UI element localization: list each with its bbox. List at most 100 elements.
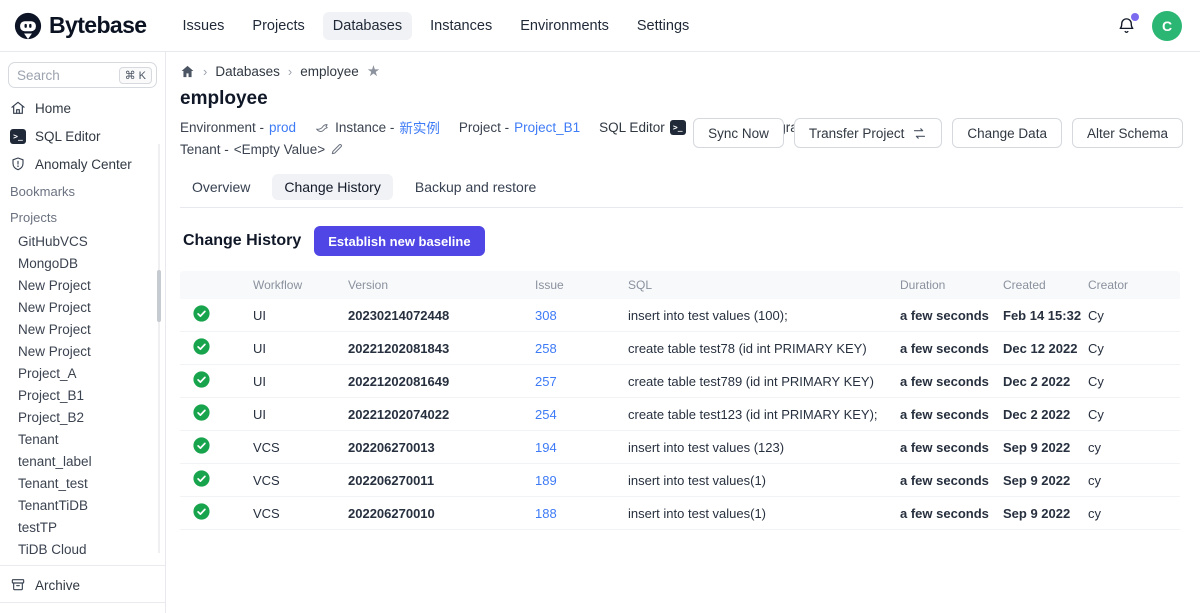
transfer-arrows-icon	[912, 126, 927, 141]
instance-link[interactable]: 新实例	[399, 117, 440, 137]
project-link[interactable]: Project_B1	[514, 120, 580, 135]
sql-cell: insert into test values (100);	[628, 299, 900, 332]
column-created: Created	[1003, 271, 1088, 299]
nav-item-issues[interactable]: Issues	[172, 12, 234, 40]
sync-now-button[interactable]: Sync Now	[693, 118, 784, 148]
sidebar-item-home[interactable]: Home	[0, 94, 165, 122]
transfer-project-button[interactable]: Transfer Project	[794, 118, 943, 148]
created-cell: Dec 2 2022	[1003, 365, 1088, 398]
issue-link[interactable]: 254	[535, 407, 557, 422]
issue-link[interactable]: 189	[535, 473, 557, 488]
environment-link[interactable]: prod	[269, 120, 296, 135]
sidebar-project-item[interactable]: Tenant_test	[0, 472, 165, 494]
search-box: ⌘ K	[8, 62, 157, 88]
status-done-icon	[193, 503, 210, 520]
column-creator: Creator	[1088, 271, 1180, 299]
nav-item-projects[interactable]: Projects	[242, 12, 314, 40]
creator-cell: Cy	[1088, 332, 1180, 365]
tab-overview[interactable]: Overview	[180, 174, 262, 200]
issue-link[interactable]: 257	[535, 374, 557, 389]
tab-change-history[interactable]: Change History	[272, 174, 393, 200]
search-input[interactable]	[17, 68, 105, 83]
version-cell: 20221202081843	[348, 332, 535, 365]
workflow-cell: UI	[253, 332, 348, 365]
sql-cell: insert into test values (123)	[628, 431, 900, 464]
page-title: employee	[180, 88, 1183, 110]
tenant-value: <Empty Value>	[234, 142, 325, 157]
nav-item-settings[interactable]: Settings	[627, 12, 699, 40]
table-row: UI20221202081843258create table test78 (…	[180, 332, 1180, 365]
breadcrumb-separator: ›	[203, 64, 207, 79]
breadcrumb-home-icon[interactable]	[180, 64, 195, 79]
table-header-row: Workflow Version Issue SQL Duration Crea…	[180, 271, 1180, 299]
creator-cell: Cy	[1088, 365, 1180, 398]
sidebar-project-item[interactable]: Tenant	[0, 428, 165, 450]
sidebar-project-item[interactable]: tenant_label	[0, 450, 165, 472]
issue-link[interactable]: 188	[535, 506, 557, 521]
sidebar-project-item[interactable]: MongoDB	[0, 252, 165, 274]
table-row: UI20230214072448308insert into test valu…	[180, 299, 1180, 332]
nav-item-databases[interactable]: Databases	[323, 12, 412, 40]
search-shortcut-badge: ⌘ K	[119, 67, 152, 84]
sidebar-project-item[interactable]: New Project	[0, 340, 165, 362]
workflow-cell: VCS	[253, 497, 348, 530]
sidebar-project-item[interactable]: Project_A	[0, 362, 165, 384]
created-cell: Dec 2 2022	[1003, 398, 1088, 431]
sidebar-item-label: Home	[35, 101, 71, 116]
sidebar-project-item[interactable]: TenantTiDB	[0, 494, 165, 516]
workflow-cell: VCS	[253, 464, 348, 497]
issue-link[interactable]: 194	[535, 440, 557, 455]
duration-cell: a few seconds	[900, 431, 1003, 464]
bytebase-logo[interactable]: Bytebase	[14, 12, 146, 40]
tab-backup-and-restore[interactable]: Backup and restore	[403, 174, 548, 200]
column-sql: SQL	[628, 271, 900, 299]
sidebar-project-item[interactable]: New Project	[0, 274, 165, 296]
duration-cell: a few seconds	[900, 365, 1003, 398]
project-list: GitHubVCSMongoDBNew ProjectNew ProjectNe…	[0, 230, 165, 560]
edit-pencil-icon[interactable]	[330, 142, 344, 156]
issue-link[interactable]: 308	[535, 308, 557, 323]
breadcrumb-databases[interactable]: Databases	[215, 64, 280, 79]
status-done-icon	[193, 437, 210, 454]
action-buttons: Sync Now Transfer Project Change Data	[693, 116, 1183, 148]
nav-item-environments[interactable]: Environments	[510, 12, 619, 40]
section-title: Change History	[183, 232, 301, 250]
sidebar-project-item[interactable]: Project_B1	[0, 384, 165, 406]
enterprise-plan-link[interactable]: Enterprise Plan	[0, 602, 165, 613]
table-row: VCS202206270010188insert into test value…	[180, 497, 1180, 530]
sidebar-item-label: SQL Editor	[35, 129, 101, 144]
sidebar-project-item[interactable]: New Project	[0, 318, 165, 340]
workflow-cell: UI	[253, 398, 348, 431]
change-data-button[interactable]: Change Data	[952, 118, 1062, 148]
instance-label: Instance -	[335, 120, 394, 135]
sidebar-item-anomaly-center[interactable]: Anomaly Center	[0, 150, 165, 178]
sql-editor-link[interactable]: SQL Editor >_	[599, 120, 686, 135]
tenant-label: Tenant -	[180, 142, 229, 157]
sidebar-project-item[interactable]: New Project	[0, 296, 165, 318]
notification-bell-icon[interactable]	[1117, 16, 1136, 36]
sidebar-scrollbar[interactable]	[157, 270, 161, 322]
issue-link[interactable]: 258	[535, 341, 557, 356]
sidebar-item-sql-editor[interactable]: >_ SQL Editor	[0, 122, 165, 150]
breadcrumb: › Databases › employee ★	[180, 64, 1183, 79]
user-avatar[interactable]: C	[1152, 11, 1182, 41]
sidebar: ⌘ K Home >_ SQL Editor	[0, 52, 166, 613]
establish-baseline-button[interactable]: Establish new baseline	[314, 226, 484, 256]
bookmarks-section-label: Bookmarks	[0, 178, 165, 204]
alter-schema-button[interactable]: Alter Schema	[1072, 118, 1183, 148]
nav-item-instances[interactable]: Instances	[420, 12, 502, 40]
creator-cell: cy	[1088, 464, 1180, 497]
sql-cell: insert into test values(1)	[628, 497, 900, 530]
main-content: › Databases › employee ★ employee Enviro…	[166, 52, 1200, 613]
breadcrumb-employee[interactable]: employee	[300, 64, 359, 79]
sql-cell: insert into test values(1)	[628, 464, 900, 497]
sidebar-project-item[interactable]: GitHubVCS	[0, 230, 165, 252]
sidebar-item-archive[interactable]: Archive	[0, 571, 165, 599]
status-done-icon	[193, 371, 210, 388]
bookmark-star-icon[interactable]: ★	[367, 64, 380, 79]
sidebar-project-item[interactable]: TiDB Cloud	[0, 538, 165, 560]
sidebar-item-label: Archive	[35, 578, 80, 593]
sidebar-project-item[interactable]: Project_B2	[0, 406, 165, 428]
sidebar-project-item[interactable]: testTP	[0, 516, 165, 538]
sql-cell: create table test789 (id int PRIMARY KEY…	[628, 365, 900, 398]
